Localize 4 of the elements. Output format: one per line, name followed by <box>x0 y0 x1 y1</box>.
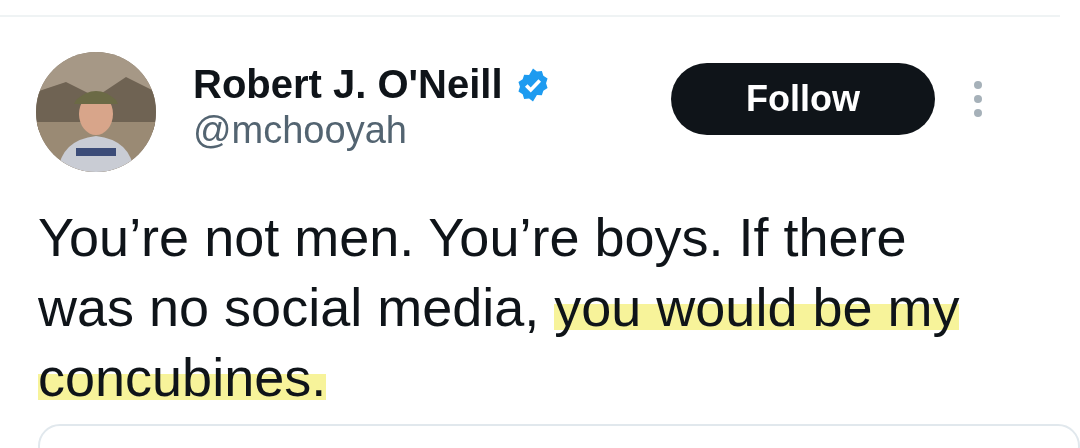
author-handle: @mchooyah <box>193 109 408 152</box>
follow-button[interactable]: Follow <box>671 63 935 135</box>
more-icon[interactable] <box>973 80 983 118</box>
author-name: Robert J. O'Neill <box>193 62 503 107</box>
